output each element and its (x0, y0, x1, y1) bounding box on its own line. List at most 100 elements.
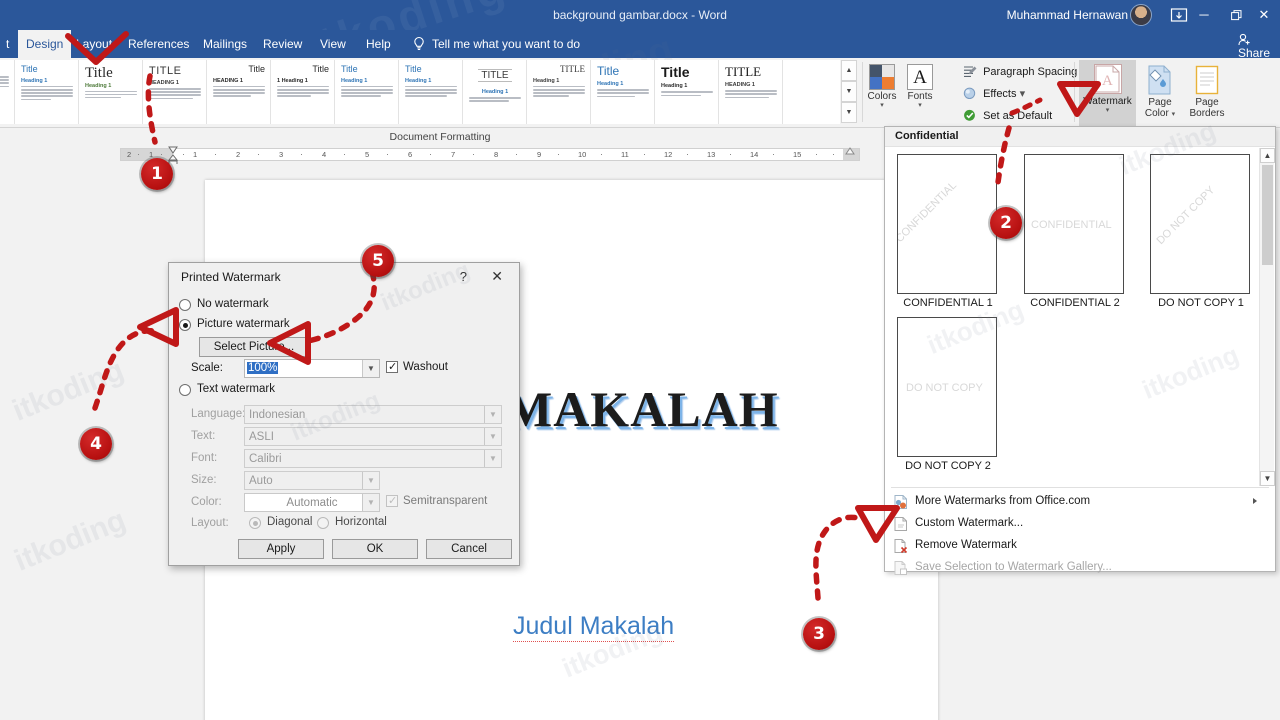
scale-combobox[interactable]: 100% ▼ (244, 359, 380, 378)
effects-icon (963, 87, 977, 100)
tab-references[interactable]: References (120, 30, 197, 58)
tell-me-search[interactable]: Tell me what you want to do (432, 30, 580, 58)
style-card[interactable]: Title HEADING 1 (208, 60, 271, 124)
page-color-button[interactable]: Page Color ▾ (1139, 62, 1181, 119)
language-combobox[interactable]: Indonesian ▼ (244, 405, 502, 424)
style-card[interactable]: Title Heading 1 (400, 60, 463, 124)
text-combobox[interactable]: ASLI ▼ (244, 427, 502, 446)
radio-layout-diagonal[interactable] (249, 517, 261, 529)
tab-layout[interactable]: Layout (68, 30, 120, 58)
chevron-down-icon[interactable]: ▾ (1172, 111, 1176, 118)
watermark-item-do-not-copy-2[interactable]: DO NOT COPY DO NOT COPY 2 (897, 317, 999, 472)
cancel-button[interactable]: Cancel (426, 539, 512, 559)
document-heading-wordart[interactable]: MAKALAH (505, 380, 779, 438)
dialog-help-button[interactable]: ? (460, 269, 467, 284)
chevron-down-icon[interactable]: ▾ (1079, 107, 1136, 114)
chevron-down-icon[interactable]: ▾ (864, 102, 900, 109)
style-card[interactable]: Title 1 Heading 1 (272, 60, 335, 124)
paragraph-spacing-button[interactable]: Paragraph Spacing ▾ (963, 65, 1086, 78)
close-button[interactable]: ✕ (1248, 0, 1280, 30)
check-icon: ✓ (388, 495, 398, 507)
style-card-lines (21, 85, 73, 101)
style-card[interactable]: TITLE HEADING 1 (720, 60, 783, 124)
style-card[interactable]: Title Heading 1 (336, 60, 399, 124)
scroll-down-arrow-icon[interactable]: ▼ (1260, 471, 1275, 486)
style-set-gallery[interactable]: 1 Title Heading 1 Title Heading 1 (0, 60, 840, 124)
chevron-down-icon[interactable]: ▼ (362, 360, 379, 377)
style-card[interactable]: Title Heading 1 (592, 60, 655, 124)
style-card[interactable]: TITLE Heading 1 (464, 60, 527, 124)
radio-layout-horizontal[interactable] (317, 517, 329, 529)
washout-checkbox[interactable]: ✓ (386, 361, 398, 373)
color-combobox[interactable]: Automatic ▼ (244, 493, 380, 512)
style-gallery-scrollbar[interactable]: ▲ ▼ ▼ (841, 60, 857, 124)
annotation-marker-3: 3 (803, 618, 835, 650)
minimize-button[interactable]: ─ (1188, 0, 1220, 30)
radio-text-watermark[interactable] (179, 384, 191, 396)
menu-remove-watermark[interactable]: Remove Watermark (887, 535, 1273, 557)
watermark-item-confidential-1[interactable]: CONFIDENTIAL CONFIDENTIAL 1 (897, 154, 999, 309)
watermark-preview-text: CONFIDENTIAL (1031, 219, 1112, 231)
select-picture-button[interactable]: Select Picture... (199, 337, 309, 357)
watermark-item-confidential-2[interactable]: CONFIDENTIAL CONFIDENTIAL 2 (1024, 154, 1126, 309)
tab-view[interactable]: View (312, 30, 354, 58)
style-card[interactable]: 1 (0, 60, 15, 124)
dialog-close-button[interactable]: ✕ (491, 268, 503, 285)
horizontal-ruler[interactable]: 2 1 1 2 3 4 5 6 7 8 9 10 11 12 13 14 15 (120, 148, 860, 161)
style-card-lines (469, 97, 521, 102)
style-card-heading: HEADING 1 (149, 80, 179, 87)
style-card-lines (405, 85, 457, 98)
gallery-more-button[interactable]: ▼ (841, 102, 857, 123)
style-card[interactable]: Title Heading 1 (16, 60, 79, 124)
tab-insert-partial[interactable]: t (0, 30, 17, 58)
font-combobox[interactable]: Calibri ▼ (244, 449, 502, 468)
document-subtitle[interactable]: Judul Makalah (513, 612, 675, 642)
chevron-down-icon[interactable]: ▾ (902, 102, 938, 109)
chevron-down-icon[interactable]: ▼ (362, 472, 379, 489)
layout-label: Layout: (191, 517, 229, 529)
radio-no-watermark[interactable] (179, 299, 191, 311)
fonts-button[interactable]: A Fonts ▾ (902, 62, 938, 109)
share-button[interactable]: Share (1238, 33, 1270, 60)
ribbon-separator (1074, 62, 1075, 122)
chevron-down-icon[interactable]: ▼ (484, 406, 501, 423)
chevron-down-icon[interactable]: ▼ (362, 494, 379, 511)
chevron-down-icon[interactable]: ▼ (484, 450, 501, 467)
scroll-up-arrow-icon[interactable]: ▲ (1260, 148, 1275, 163)
menu-more-watermarks-office[interactable]: More Watermarks from Office.com (887, 491, 1273, 513)
style-card[interactable]: TITLE HEADING 1 (144, 60, 207, 124)
tab-design[interactable]: Design (18, 30, 72, 58)
ribbon-display-options-icon[interactable] (1170, 7, 1188, 23)
set-as-default-button[interactable]: Set as Default (963, 109, 1052, 122)
effects-button[interactable]: Effects ▾ (963, 87, 1025, 100)
ruler-tick-label: 14 (750, 150, 759, 159)
account-name[interactable]: Muhammad Hernawan (1007, 0, 1128, 30)
style-card[interactable]: Title Heading 1 (80, 60, 143, 124)
ok-button[interactable]: OK (332, 539, 418, 559)
size-combobox[interactable]: Auto ▼ (244, 471, 380, 490)
watermark-gallery-scrollbar[interactable]: ▲ ▼ (1259, 148, 1275, 486)
scrollbar-thumb[interactable] (1262, 165, 1273, 265)
style-card[interactable]: Title Heading 1 (656, 60, 719, 124)
gallery-scroll-down-button[interactable]: ▼ (841, 81, 857, 102)
gallery-scroll-up-button[interactable]: ▲ (841, 60, 857, 81)
style-card-lines (0, 76, 9, 90)
page-borders-button[interactable]: Page Borders (1183, 62, 1231, 119)
chevron-down-icon[interactable]: ▼ (484, 428, 501, 445)
apply-button[interactable]: Apply (238, 539, 324, 559)
radio-picture-watermark[interactable] (179, 319, 191, 331)
tab-help[interactable]: Help (358, 30, 399, 58)
style-card[interactable]: TITLE Heading 1 (528, 60, 591, 124)
style-card-heading: Heading 1 (405, 77, 432, 84)
semitransparent-checkbox[interactable]: ✓ (386, 495, 398, 507)
watermark-item-do-not-copy-1[interactable]: DO NOT COPY DO NOT COPY 1 (1150, 154, 1252, 309)
tab-mailings[interactable]: Mailings (195, 30, 255, 58)
menu-custom-watermark[interactable]: Custom Watermark... (887, 513, 1273, 535)
watermark-gallery-panel[interactable]: Confidential CONFIDENTIAL CONFIDENTIAL 1… (884, 115, 1276, 575)
printed-watermark-dialog[interactable]: Printed Watermark ? ✕ No watermark Pictu… (168, 257, 520, 566)
tab-review[interactable]: Review (255, 30, 310, 58)
avatar[interactable] (1130, 4, 1152, 26)
watermark-button[interactable]: A Watermark ▾ (1079, 60, 1136, 126)
page-borders-icon (1194, 65, 1220, 95)
colors-button[interactable]: Colors ▾ (864, 62, 900, 109)
